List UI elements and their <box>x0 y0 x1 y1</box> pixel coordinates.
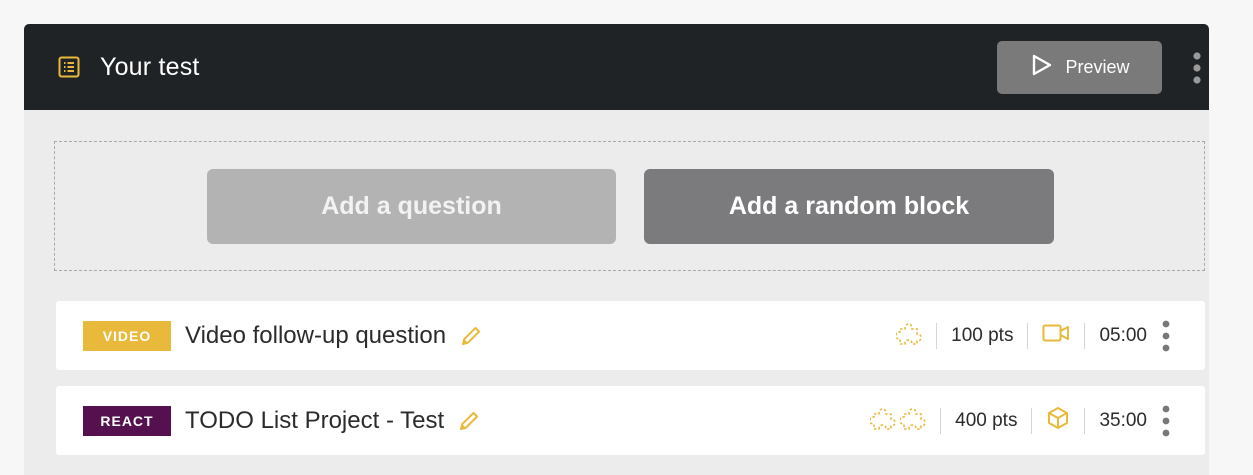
preview-label: Preview <box>1065 57 1130 77</box>
points-value: 100 pts <box>951 324 1014 346</box>
cube-icon <box>1046 406 1070 435</box>
question-meta: 100 pts 05:00 <box>895 301 1205 370</box>
puzzle-icon <box>869 405 896 436</box>
time-value: 05:00 <box>1099 324 1147 346</box>
test-panel: Your test Preview Add a question Add a r… <box>24 24 1209 475</box>
row-options-icon[interactable] <box>1161 319 1171 353</box>
puzzle-icon <box>895 320 922 351</box>
puzzle-icon <box>899 405 926 436</box>
panel-header: Your test Preview <box>24 24 1209 110</box>
preview-button[interactable]: Preview <box>997 41 1162 94</box>
divider <box>1031 407 1033 434</box>
more-options-icon[interactable] <box>1192 51 1202 85</box>
pencil-icon[interactable] <box>458 410 480 432</box>
points-value: 400 pts <box>955 409 1018 431</box>
pencil-icon[interactable] <box>460 325 482 347</box>
divider <box>1084 322 1086 349</box>
question-row[interactable]: REACT TODO List Project - Test 400 pts 3… <box>56 386 1205 455</box>
time-value: 35:00 <box>1099 409 1147 431</box>
row-options-icon[interactable] <box>1161 404 1171 438</box>
divider <box>1027 322 1029 349</box>
question-title: Video follow-up question <box>185 321 447 349</box>
add-random-block-button[interactable]: Add a random block <box>644 169 1054 244</box>
play-icon <box>1029 53 1065 82</box>
list-icon <box>58 56 80 78</box>
question-meta: 400 pts 35:00 <box>869 386 1205 455</box>
divider <box>1084 407 1086 434</box>
divider <box>936 322 938 349</box>
question-tag: REACT <box>83 405 171 436</box>
add-dropzone: Add a question Add a random block <box>54 141 1205 271</box>
question-row[interactable]: VIDEO Video follow-up question 100 pts 0… <box>56 301 1205 370</box>
video-camera-icon <box>1042 323 1070 348</box>
divider <box>940 407 942 434</box>
question-tag: VIDEO <box>83 320 171 351</box>
question-title: TODO List Project - Test <box>185 406 445 434</box>
add-question-button[interactable]: Add a question <box>207 169 616 244</box>
page-title: Your test <box>100 52 200 81</box>
